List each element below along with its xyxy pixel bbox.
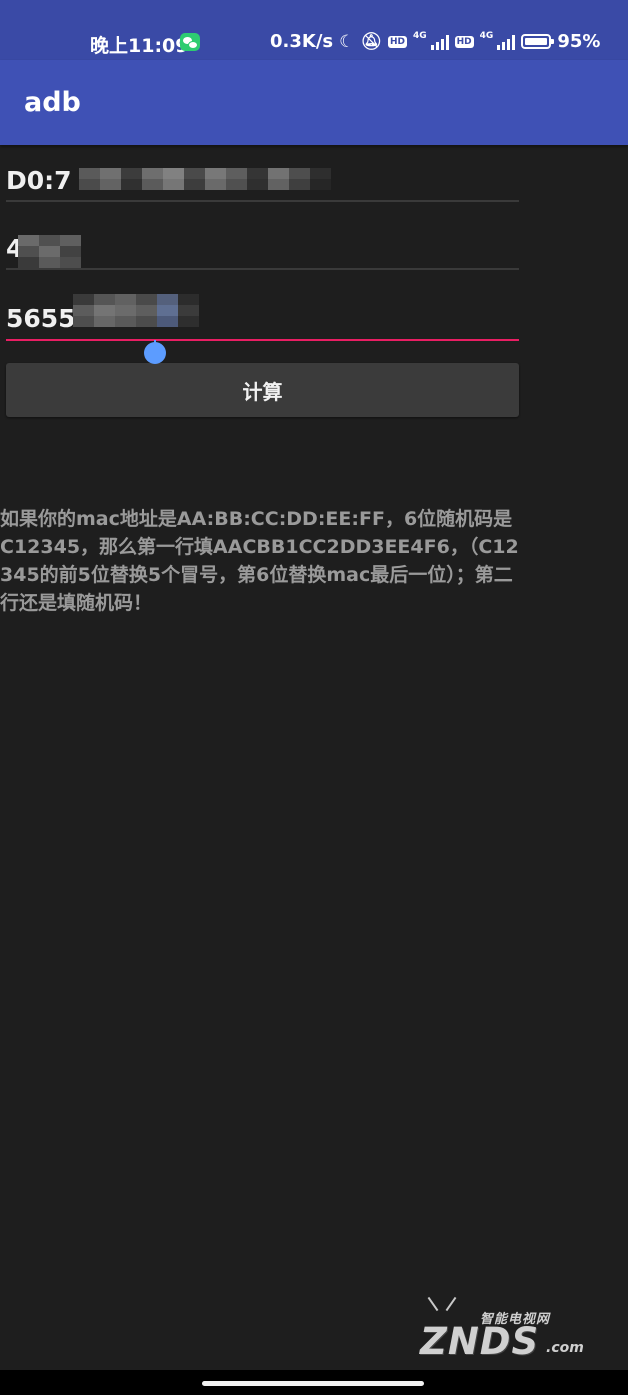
hint-text: 如果你的mac地址是AA:BB:CC:DD:EE:FF，6位随机码是C12345… [0, 508, 519, 614]
hd-badge-1: HD [387, 35, 407, 48]
moon-icon: ☾ [339, 31, 355, 52]
signal-icon [430, 34, 449, 50]
app-bar: adb [0, 60, 628, 145]
text-cursor-handle[interactable] [144, 340, 166, 364]
third-input[interactable] [6, 298, 519, 338]
wechat-icon [180, 33, 200, 51]
home-gesture-pill[interactable] [202, 1381, 424, 1386]
battery-percent: 95% [557, 31, 601, 52]
signal-icon-2 [497, 34, 516, 50]
bell-off-icon: 🔕︎ [360, 31, 382, 52]
tv-antenna-icon [430, 1296, 460, 1312]
app-title: adb [24, 87, 81, 118]
network-type-1: 4G [412, 31, 427, 41]
second-input-field[interactable] [6, 228, 519, 270]
second-input-underline [6, 268, 519, 270]
third-input-underline-focused [6, 339, 519, 341]
status-right-group: 0.3K/s ☾ 🔕︎ HD 4G HD 4G 95% [270, 31, 600, 52]
hd-badge-2: HD [454, 35, 474, 48]
watermark-suffix: .com [546, 1340, 584, 1356]
network-type-2: 4G [479, 31, 494, 41]
third-input-field[interactable] [6, 294, 519, 341]
watermark-logo: ZNDS [420, 1320, 540, 1363]
network-speed: 0.3K/s [270, 31, 334, 52]
znds-watermark: 智能电视网 ZNDS .com [418, 1296, 593, 1366]
mac-input-underline [6, 200, 519, 202]
second-input[interactable] [6, 228, 519, 268]
status-time: 晚上11:09 [90, 35, 189, 57]
status-bar: 晚上11:09 0.3K/s ☾ 🔕︎ HD 4G HD 4G 95% [0, 0, 628, 60]
battery-icon [521, 34, 555, 49]
mac-input[interactable] [6, 160, 519, 200]
calculate-button[interactable]: 计算 [6, 363, 519, 417]
mac-input-field[interactable] [6, 160, 519, 202]
